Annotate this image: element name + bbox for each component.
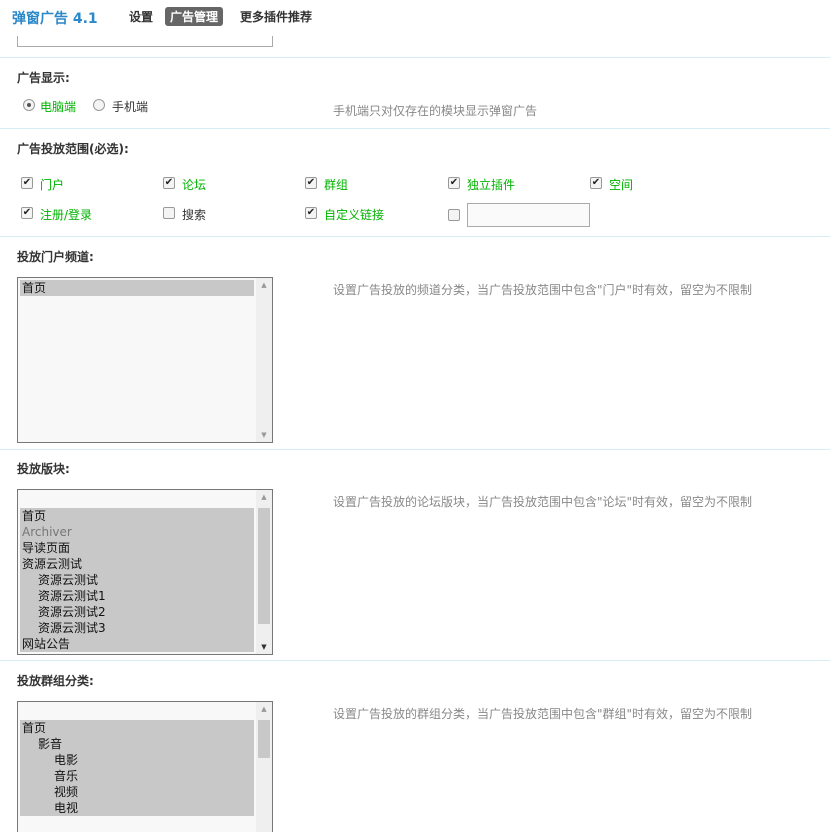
list-item[interactable]: 网站公告 (20, 636, 254, 652)
divider (0, 449, 830, 450)
checkbox-forum[interactable]: ✔ (163, 177, 175, 189)
group-hint: 设置广告投放的群组分类，当广告投放范围中包含"群组"时有效，留空为不限制 (333, 707, 753, 721)
list-item[interactable]: 资源云测试3 (20, 620, 254, 636)
divider (0, 57, 830, 58)
radio-mobile-label[interactable]: 手机端 (112, 98, 148, 115)
checkbox-standalone-plugin-label[interactable]: 独立插件 (467, 176, 515, 193)
portal-hint: 设置广告投放的频道分类，当广告投放范围中包含"门户"时有效，留空为不限制 (333, 283, 753, 297)
radio-desktop-label[interactable]: 电脑端 (40, 98, 76, 115)
forum-listbox[interactable]: 首页 Archiver 导读页面 资源云测试 资源云测试 资源云测试1 资源云测… (17, 489, 273, 655)
scroll-up-icon[interactable]: ▲ (256, 278, 272, 292)
portal-section-title: 投放门户频道: (17, 250, 94, 264)
forum-hint: 设置广告投放的论坛版块，当广告投放范围中包含"论坛"时有效，留空为不限制 (333, 495, 753, 509)
list-item[interactable]: 电视 (20, 800, 254, 816)
group-listbox[interactable]: 首页 影音 电影 音乐 视频 电视 ▲ (17, 701, 273, 832)
list-item[interactable]: 音乐 (20, 768, 254, 784)
nav-more-plugins[interactable]: 更多插件推荐 (240, 8, 312, 25)
divider (0, 660, 830, 661)
list-item[interactable]: 首页 (20, 280, 254, 296)
checkbox-portal[interactable]: ✔ (21, 177, 33, 189)
divider (0, 128, 830, 129)
group-section-title: 投放群组分类: (17, 674, 94, 688)
list-item[interactable]: 首页 (20, 720, 254, 736)
list-item[interactable]: 电影 (20, 752, 254, 768)
list-item[interactable]: 影音 (20, 736, 254, 752)
checkbox-group[interactable]: ✔ (305, 177, 317, 189)
checkbox-space-label[interactable]: 空间 (609, 176, 633, 193)
scrollbar-thumb[interactable] (258, 720, 270, 758)
checkbox-space[interactable]: ✔ (590, 177, 602, 189)
display-section-title: 广告显示: (17, 71, 70, 85)
checkbox-standalone-plugin[interactable]: ✔ (448, 177, 460, 189)
checkbox-register-login-label[interactable]: 注册/登录 (40, 206, 92, 223)
scrollbar-thumb[interactable] (258, 508, 270, 624)
checkbox-register-login[interactable]: ✔ (21, 207, 33, 219)
list-item[interactable]: 资源云测试 (20, 572, 254, 588)
divider (0, 236, 830, 237)
checkbox-custom-link[interactable]: ✔ (305, 207, 317, 219)
display-hint: 手机端只对仅存在的模块显示弹窗广告 (333, 104, 538, 118)
checkbox-search-label[interactable]: 搜索 (182, 206, 206, 223)
nav-ad-management[interactable]: 广告管理 (165, 7, 224, 26)
checkbox-group-label[interactable]: 群组 (324, 176, 348, 193)
radio-mobile[interactable] (93, 99, 105, 111)
list-item[interactable]: 首页 (20, 508, 254, 524)
scroll-up-icon[interactable]: ▲ (256, 490, 272, 504)
scrollbar[interactable]: ▲ (256, 702, 272, 832)
scrollbar[interactable]: ▲ ▼ (256, 490, 272, 654)
scope-section-title: 广告投放范围(必选): (17, 142, 129, 156)
list-item[interactable]: 资源云测试 (20, 556, 254, 572)
scroll-up-icon[interactable]: ▲ (256, 702, 272, 716)
nav-settings[interactable]: 设置 (129, 8, 153, 25)
list-item[interactable]: 视频 (20, 784, 254, 800)
checkbox-custom-link-label[interactable]: 自定义链接 (324, 206, 384, 223)
list-item[interactable]: Archiver (20, 524, 254, 540)
checkbox-search[interactable] (163, 207, 175, 219)
scrollbar[interactable]: ▲ ▼ (256, 278, 272, 442)
app-title: 弹窗广告 4.1 (12, 11, 98, 27)
list-item[interactable]: 资源云测试1 (20, 588, 254, 604)
radio-desktop[interactable] (23, 99, 35, 111)
checkbox-forum-label[interactable]: 论坛 (182, 176, 206, 193)
portal-channel-listbox[interactable]: 首页 ▲ ▼ (17, 277, 273, 443)
forum-section-title: 投放版块: (17, 462, 70, 476)
list-item[interactable]: 资源云测试2 (20, 604, 254, 620)
checkbox-custom-input[interactable] (448, 209, 460, 221)
list-item[interactable]: 导读页面 (20, 540, 254, 556)
scroll-down-icon[interactable]: ▼ (256, 428, 272, 442)
custom-link-input[interactable] (467, 203, 590, 227)
checkbox-portal-label[interactable]: 门户 (40, 176, 64, 193)
top-text-field[interactable] (17, 36, 273, 47)
scroll-down-icon[interactable]: ▼ (256, 640, 272, 654)
